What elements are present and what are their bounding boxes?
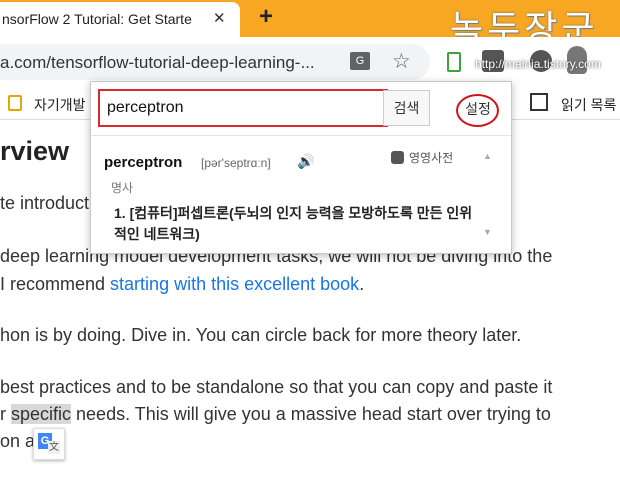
highlighted-word[interactable]: specific xyxy=(11,404,72,424)
definition: 1. [컴퓨터]퍼셉트론(두뇌의 인지 능력을 모방하도록 만든 인위적인 네트… xyxy=(114,205,473,242)
bookmark-folder[interactable]: 자기개발 xyxy=(34,95,86,115)
dictionary-search-input[interactable] xyxy=(98,89,388,127)
close-tab-icon[interactable]: ✕ xyxy=(213,9,226,27)
translate-x-icon: 文 xyxy=(48,441,60,454)
paragraph-line: hon is by doing. Dive in. You can circle… xyxy=(0,325,522,345)
scroll-up-icon[interactable]: ▲ xyxy=(483,151,492,161)
paragraph-text: needs. This will give you a massive head… xyxy=(71,404,551,424)
paragraph-text: r xyxy=(0,404,11,424)
watermark-url: http://mainia.tistory.com xyxy=(475,57,601,71)
new-tab-button[interactable]: + xyxy=(259,3,273,31)
divider xyxy=(91,135,511,136)
headword: perceptron xyxy=(104,154,183,171)
extension-icon[interactable] xyxy=(447,52,461,72)
part-of-speech: 명사 xyxy=(111,181,134,195)
paragraph-line: r specific needs. This will give you a m… xyxy=(0,404,551,425)
browser-tab[interactable]: nsorFlow 2 Tutorial: Get Starte ✕ xyxy=(0,2,240,37)
star-icon[interactable]: ☆ xyxy=(392,49,411,74)
scroll-down-icon[interactable]: ▼ xyxy=(483,227,492,237)
paragraph-text: . xyxy=(359,274,365,294)
translate-icon[interactable]: G xyxy=(350,52,370,70)
paragraph-line: best practices and to be standalone so t… xyxy=(0,377,553,397)
tab-strip: nsorFlow 2 Tutorial: Get Starte ✕ + 녹두장군 xyxy=(0,0,620,50)
google-translate-icon[interactable]: G 文 xyxy=(33,428,65,460)
settings-button[interactable]: 설정 xyxy=(458,92,498,126)
book-link[interactable]: starting with this excellent book xyxy=(110,274,359,294)
dictionary-popup: 검색 설정 perceptron [pər'septrɑːn] 🔊 영영사전 ▲… xyxy=(90,81,512,254)
paragraph-text: I recommend xyxy=(0,274,111,294)
paragraph-line: I recommend starting with this excellent… xyxy=(0,274,364,295)
page-heading: rview xyxy=(0,136,70,166)
pronunciation: [pər'septrɑːn] xyxy=(201,156,271,170)
speaker-icon[interactable]: 🔊 xyxy=(297,153,314,170)
url-text: a.com/tensorflow-tutorial-deep-learning-… xyxy=(0,53,315,72)
search-button[interactable]: 검색 xyxy=(383,90,430,126)
reading-list-icon[interactable] xyxy=(530,93,548,111)
paragraph-line: te introduct xyxy=(0,193,90,213)
dictionary-icon xyxy=(391,151,404,164)
tab-title: nsorFlow 2 Tutorial: Get Starte xyxy=(2,11,192,27)
bookmark-reading-list[interactable]: 읽기 목록 xyxy=(561,95,616,115)
address-bar[interactable]: a.com/tensorflow-tutorial-deep-learning-… xyxy=(0,44,430,80)
dictionary-name[interactable]: 영영사전 xyxy=(409,149,453,166)
folder-icon[interactable] xyxy=(8,95,22,111)
